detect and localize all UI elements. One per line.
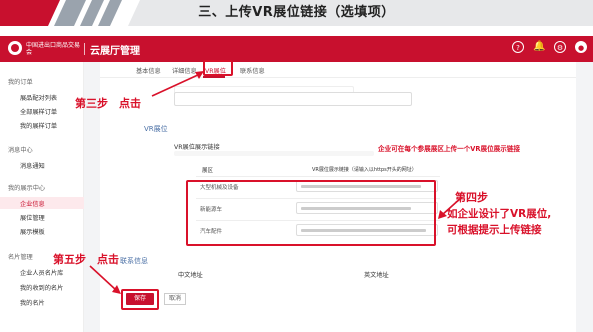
section-title-vr: VR展位	[144, 125, 168, 133]
vr-hint-text	[174, 151, 374, 156]
sidebar-group-orders[interactable]: 我的订单	[8, 77, 33, 86]
sidebar-item-staff-cards[interactable]: 企业人员名片库	[20, 268, 63, 277]
sidebar: 我的订单 展品配对列表 全部展样订单 我的展样订单 消息中心 消息通知 我的展示…	[0, 62, 84, 332]
help-icon[interactable]: ?	[512, 41, 524, 53]
annotation-arrow-step5	[89, 265, 121, 294]
user-icon[interactable]: ●	[575, 41, 587, 53]
sidebar-item-company-info[interactable]: 企业信息	[20, 199, 45, 208]
annotation-arrow-step3	[151, 71, 204, 97]
label-english-address: 英文地址	[364, 272, 389, 279]
vr-link-label: VR展位展示链接	[174, 144, 220, 151]
annotation-step4-line1: 如企业设计了VR展位,	[447, 208, 552, 220]
cantonfair-logo-icon	[8, 41, 22, 55]
sidebar-item-all-orders[interactable]: 全部展样订单	[20, 107, 57, 116]
nav-icons: ? 🔔 ⚙ ●	[512, 41, 587, 53]
table-header-area: 展区	[202, 168, 214, 174]
annotation-info: 企业可在每个参展展区上传一个VR展位展示链接	[378, 145, 521, 153]
slide-banner: 三、上传VR展位链接（选填项）	[0, 0, 593, 26]
settings-icon[interactable]: ⚙	[554, 41, 566, 53]
annotation-step4-title: 第四步	[455, 191, 488, 204]
annotation-step4-line2: 可根据提示上传链接	[447, 224, 542, 236]
cancel-button[interactable]: 取消	[164, 293, 186, 305]
sidebar-item-my-card[interactable]: 我的名片	[20, 298, 45, 307]
sidebar-group-messages[interactable]: 消息中心	[8, 145, 33, 154]
tab-contact-info[interactable]: 联系信息	[240, 66, 265, 75]
top-navbar: 中国进出口商品交易会 云展厅管理 ? 🔔 ⚙ ●	[0, 36, 593, 62]
nav-divider	[84, 43, 85, 55]
app-title: 云展厅管理	[90, 46, 140, 57]
sidebar-item-booth-manage[interactable]: 展位管理	[20, 213, 45, 222]
annotation-box-table	[186, 180, 436, 246]
label-chinese-address: 中文地址	[178, 272, 203, 279]
sidebar-item-match-list[interactable]: 展品配对列表	[20, 93, 57, 102]
org-name: 中国进出口商品交易会	[26, 42, 81, 56]
sidebar-item-received-cards[interactable]: 我的收到的名片	[20, 283, 63, 292]
sidebar-group-showcase[interactable]: 我的展示中心	[8, 183, 45, 192]
banner-title: 三、上传VR展位链接（选填项）	[198, 5, 395, 20]
table-header-link: VR展位展示链接（请输入以https开头的网址）	[312, 167, 417, 173]
sidebar-item-notifications[interactable]: 消息通知	[20, 161, 45, 170]
annotation-step3: 第三步 点击	[75, 97, 141, 110]
sidebar-group-cards[interactable]: 名片管理	[8, 252, 33, 261]
sidebar-item-template[interactable]: 展示模板	[20, 227, 45, 236]
bell-icon[interactable]: 🔔	[533, 41, 545, 53]
annotation-box-save	[121, 289, 159, 310]
sidebar-item-my-orders[interactable]: 我的展样订单	[20, 121, 57, 130]
